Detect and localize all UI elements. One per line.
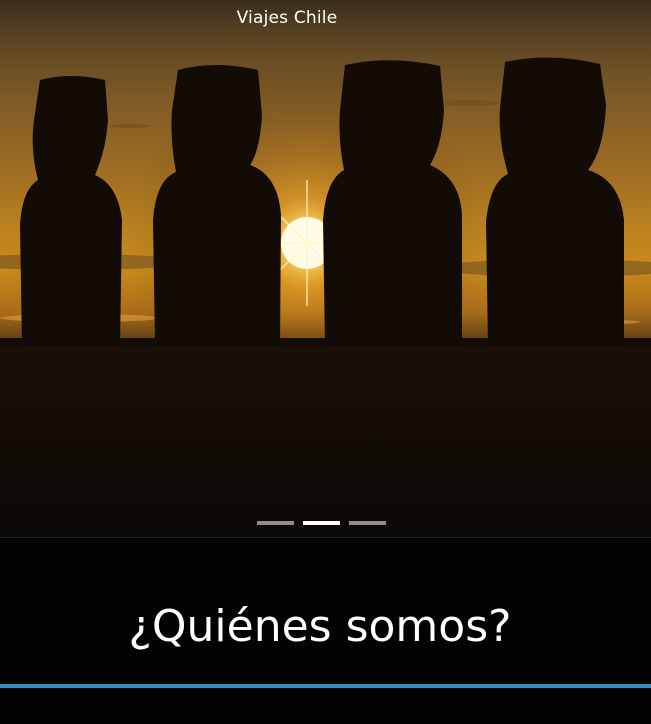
accent-divider bbox=[0, 684, 651, 688]
carousel-indicators bbox=[257, 521, 386, 525]
page: Viajes Chile ¿Quiénes somos? bbox=[0, 0, 651, 724]
carousel-dot-2-active[interactable] bbox=[303, 521, 340, 525]
carousel-dot-1[interactable] bbox=[257, 521, 294, 525]
hero-divider bbox=[0, 537, 651, 538]
carousel-dot-3[interactable] bbox=[349, 521, 386, 525]
section-heading-about: ¿Quiénes somos? bbox=[128, 601, 512, 652]
hero-banner: Viajes Chile bbox=[0, 0, 651, 537]
hero-title: Viajes Chile bbox=[236, 8, 338, 28]
hero-image-moai-sunset bbox=[0, 0, 651, 537]
